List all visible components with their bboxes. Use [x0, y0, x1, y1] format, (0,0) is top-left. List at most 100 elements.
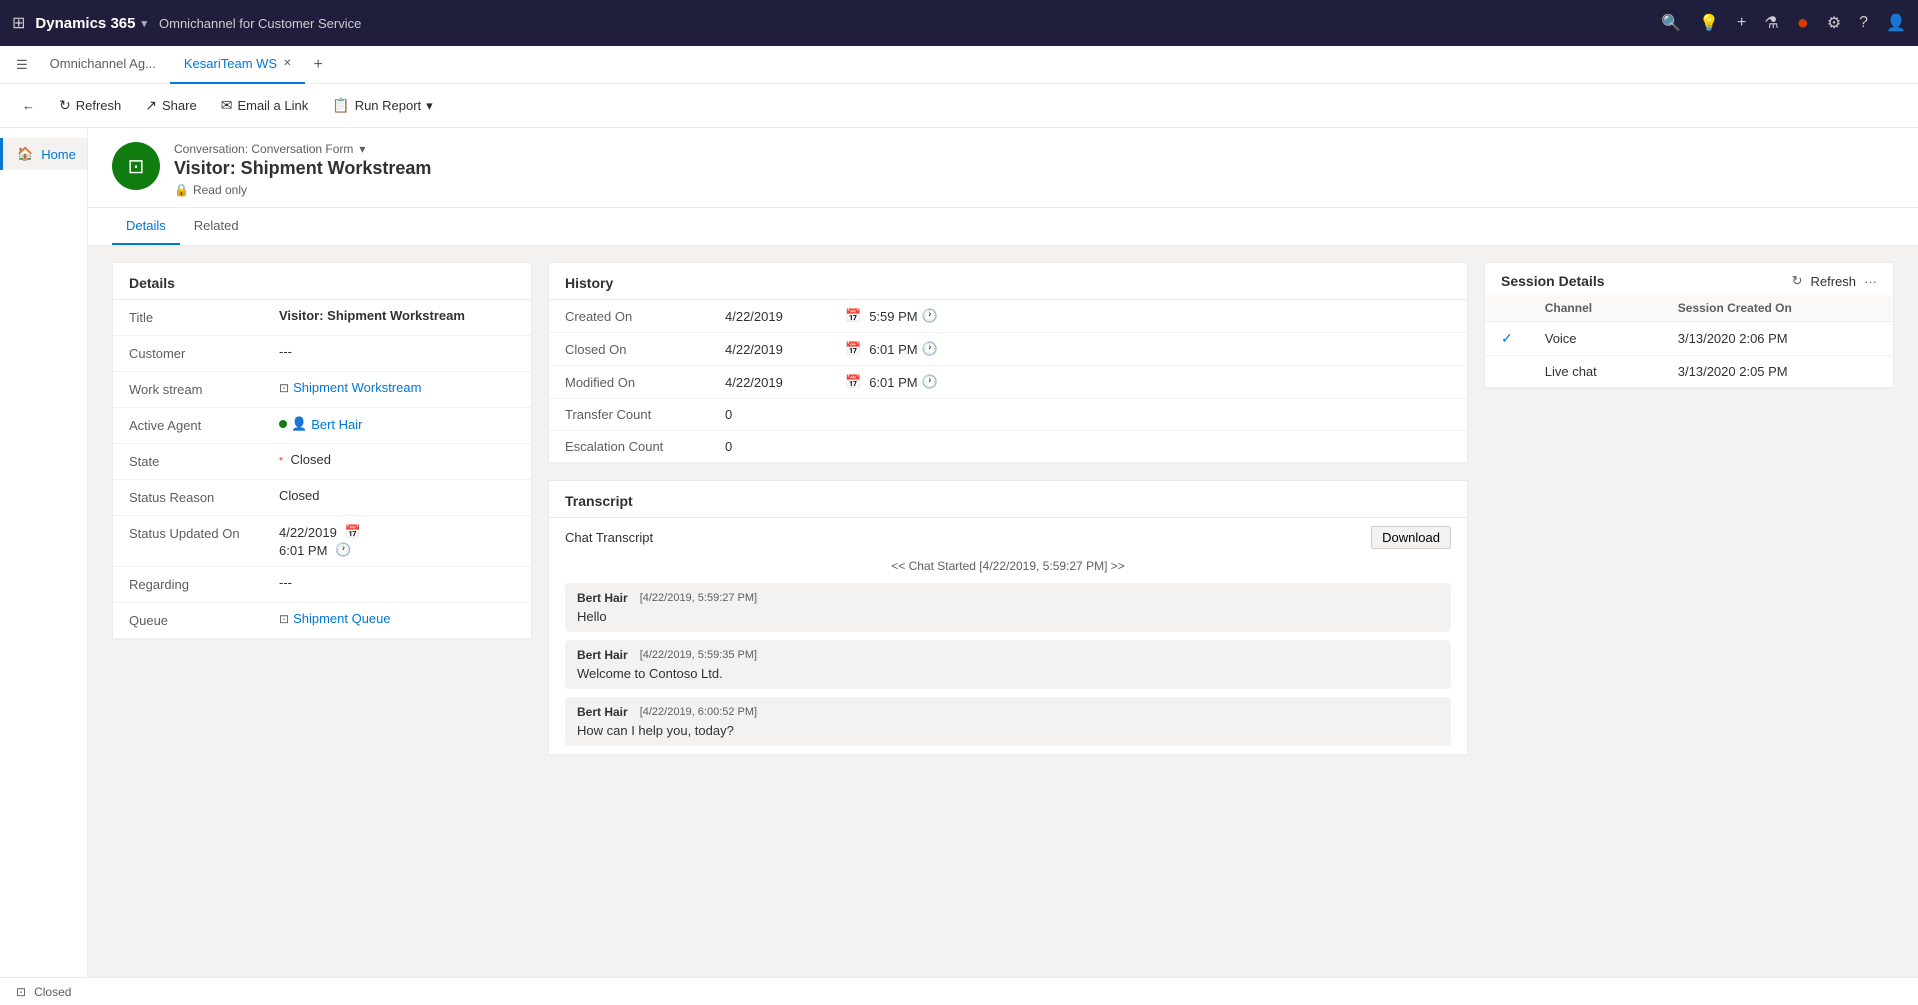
sessions-title: Session Details: [1501, 273, 1605, 289]
back-button[interactable]: ←: [12, 94, 45, 117]
agent-person-icon: 👤: [291, 416, 307, 432]
email-icon: ✉: [221, 97, 233, 114]
queue-icon: ⊡: [279, 612, 289, 626]
tab-details[interactable]: Details: [112, 208, 180, 245]
grid-icon[interactable]: ⊞: [12, 13, 25, 33]
brand-chevron-icon[interactable]: ▾: [141, 17, 147, 30]
sessions-header-right: ↻ Refresh ···: [1792, 273, 1877, 289]
history-card-body: Created On 4/22/2019 📅 5:59 PM 🕐 Closed …: [549, 300, 1467, 463]
sessions-card: Session Details ↻ Refresh ··· Channel Se…: [1484, 262, 1894, 389]
workstream-link[interactable]: Shipment Workstream: [293, 380, 421, 395]
filter-icon[interactable]: ⚗: [1764, 13, 1778, 33]
modified-cal-icon[interactable]: 📅: [845, 374, 861, 390]
entity-icon-symbol: ⊡: [128, 154, 145, 179]
session-row-voice: ✓ Voice 3/13/2020 2:06 PM: [1485, 322, 1893, 356]
detail-row-status-reason: Status Reason Closed: [113, 480, 531, 516]
share-icon: ↗: [145, 97, 157, 114]
lightbulb-icon[interactable]: 💡: [1699, 13, 1719, 33]
detail-row-title: Title Visitor: Shipment Workstream: [113, 300, 531, 336]
lock-icon: 🔒: [174, 183, 189, 197]
chat-transcript-title: Chat Transcript: [565, 530, 653, 545]
sessions-refresh-icon[interactable]: ↻: [1792, 273, 1803, 289]
status-bar: ⊡ Closed: [0, 977, 1918, 1005]
details-card-body: Title Visitor: Shipment Workstream Custo…: [113, 300, 531, 639]
col-session-created[interactable]: Session Created On: [1662, 295, 1893, 322]
sessions-header: Session Details ↻ Refresh ···: [1485, 263, 1893, 295]
session-check-icon: ✓: [1501, 330, 1513, 346]
detail-row-state: State * Closed: [113, 444, 531, 480]
required-indicator: *: [279, 456, 283, 467]
breadcrumb: Conversation: Conversation Form ▾: [174, 142, 431, 156]
refresh-icon: ↻: [59, 97, 71, 114]
status-dot: ●: [1797, 12, 1809, 35]
sessions-refresh-label[interactable]: Refresh: [1810, 274, 1856, 289]
search-icon[interactable]: 🔍: [1661, 13, 1681, 33]
help-icon[interactable]: ?: [1859, 14, 1868, 32]
refresh-button[interactable]: ↻ Refresh: [49, 93, 131, 118]
history-row-transfer: Transfer Count 0: [549, 399, 1467, 431]
page-title: Visitor: Shipment Workstream: [174, 158, 431, 179]
history-row-modified: Modified On 4/22/2019 📅 6:01 PM 🕐: [549, 366, 1467, 399]
sidebar-toggle-icon[interactable]: ☰: [8, 49, 36, 81]
detail-row-agent: Active Agent 👤 Bert Hair: [113, 408, 531, 444]
brand-name: Dynamics 365: [35, 15, 135, 32]
top-navigation: ⊞ Dynamics 365 ▾ Omnichannel for Custome…: [0, 0, 1918, 46]
settings-icon[interactable]: ⚙: [1827, 13, 1841, 33]
details-card: Details Title Visitor: Shipment Workstre…: [112, 262, 532, 640]
history-row-closed: Closed On 4/22/2019 📅 6:01 PM 🕐: [549, 333, 1467, 366]
agent-link[interactable]: Bert Hair: [311, 417, 362, 432]
detail-row-status-updated: Status Updated On 4/22/2019 📅 6:01 PM 🕐: [113, 516, 531, 567]
email-link-button[interactable]: ✉ Email a Link: [211, 93, 319, 118]
transcript-card-title: Transcript: [549, 481, 1467, 518]
agent-status-dot: [279, 420, 287, 428]
share-button[interactable]: ↗ Share: [135, 93, 206, 118]
profile-icon[interactable]: 👤: [1886, 13, 1906, 33]
cards-area: Details Title Visitor: Shipment Workstre…: [88, 246, 1918, 771]
run-report-button[interactable]: 📋 Run Report ▾: [322, 93, 442, 118]
status-expand-icon[interactable]: ⊡: [16, 985, 26, 999]
tab-kesariteam[interactable]: KesariTeam WS ✕: [170, 46, 306, 84]
transcript-card: Transcript Chat Transcript Download << C…: [548, 480, 1468, 755]
sidebar-item-home[interactable]: 🏠 Home: [0, 138, 87, 170]
chat-started: << Chat Started [4/22/2019, 5:59:27 PM] …: [565, 559, 1451, 573]
transcript-inner: Chat Transcript Download << Chat Started…: [565, 526, 1451, 746]
status-cal-icon[interactable]: 📅: [345, 524, 361, 540]
content-area: ⊡ Conversation: Conversation Form ▾ Visi…: [88, 128, 1918, 1005]
main-layout: 🏠 Home ⊡ Conversation: Conversation Form…: [0, 128, 1918, 1005]
modified-clock-icon[interactable]: 🕐: [922, 374, 938, 390]
brand-logo: Dynamics 365 ▾: [35, 15, 147, 32]
sidebar: 🏠 Home: [0, 128, 88, 1005]
tab-close-icon[interactable]: ✕: [283, 58, 291, 69]
tab-add-icon[interactable]: +: [305, 56, 330, 74]
history-row-escalation: Escalation Count 0: [549, 431, 1467, 463]
tab-omnichannel[interactable]: Omnichannel Ag...: [36, 46, 170, 84]
add-icon[interactable]: +: [1737, 14, 1746, 32]
history-card: History Created On 4/22/2019 📅 5:59 PM 🕐…: [548, 262, 1468, 464]
detail-row-queue: Queue ⊡ Shipment Queue: [113, 603, 531, 639]
chat-transcript-header: Chat Transcript Download: [565, 526, 1451, 549]
tab-bar: ☰ Omnichannel Ag... KesariTeam WS ✕ +: [0, 46, 1918, 84]
closed-clock-icon[interactable]: 🕐: [922, 341, 938, 357]
created-cal-icon[interactable]: 📅: [845, 308, 861, 324]
closed-cal-icon[interactable]: 📅: [845, 341, 861, 357]
queue-link[interactable]: Shipment Queue: [293, 611, 391, 626]
status-clock-icon[interactable]: 🕐: [335, 542, 351, 558]
session-table-header: Channel Session Created On: [1485, 295, 1893, 322]
tab-related[interactable]: Related: [180, 208, 253, 245]
tab-omnichannel-label: Omnichannel Ag...: [50, 56, 156, 71]
toolbar: ← ↻ Refresh ↗ Share ✉ Email a Link 📋 Run…: [0, 84, 1918, 128]
sessions-more-icon[interactable]: ···: [1864, 274, 1877, 289]
chat-message-2: Bert Hair [4/22/2019, 5:59:35 PM] Welcom…: [565, 640, 1451, 689]
download-button[interactable]: Download: [1371, 526, 1451, 549]
chat-message-3: Bert Hair [4/22/2019, 6:00:52 PM] How ca…: [565, 697, 1451, 746]
readonly-badge: 🔒 Read only: [174, 183, 431, 197]
history-row-created: Created On 4/22/2019 📅 5:59 PM 🕐: [549, 300, 1467, 333]
right-column: History Created On 4/22/2019 📅 5:59 PM 🕐…: [548, 262, 1468, 755]
col-channel[interactable]: Channel: [1529, 295, 1662, 322]
page-tabs: Details Related: [88, 208, 1918, 246]
created-clock-icon[interactable]: 🕐: [922, 308, 938, 324]
home-icon: 🏠: [17, 146, 33, 162]
col-check: [1485, 295, 1529, 322]
home-label: Home: [41, 147, 76, 162]
workstream-icon: ⊡: [279, 381, 289, 395]
